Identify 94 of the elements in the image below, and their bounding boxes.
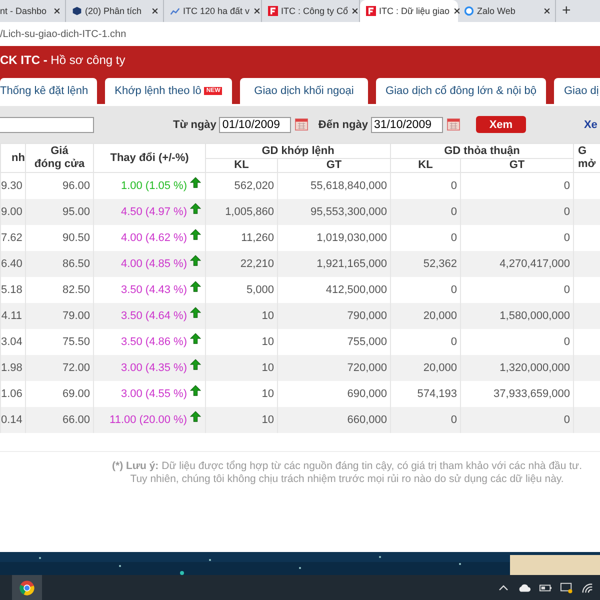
up-arrow-icon xyxy=(190,280,201,292)
table-cell: 95.00 xyxy=(26,199,94,225)
table-cell: 4.11 xyxy=(0,303,26,329)
up-arrow-icon xyxy=(190,384,201,396)
page-title: CK ITC - Hồ sơ công ty xyxy=(0,53,126,67)
column-header: G mở xyxy=(574,144,600,172)
page-tab[interactable]: Giao dị xyxy=(554,78,600,104)
up-arrow-icon xyxy=(190,228,201,240)
address-text[interactable]: /Lich-su-giao-dich-ITC-1.chn xyxy=(0,28,126,40)
table-cell: 10 xyxy=(206,355,278,381)
new-tab-button[interactable]: + xyxy=(562,0,571,22)
browser-tab[interactable]: ITC : Dữ liệu giao xyxy=(360,0,458,22)
from-date-label: Từ ngày xyxy=(173,118,216,130)
table-cell: 9.00 xyxy=(0,199,26,225)
table-cell: 1,005,860 xyxy=(206,199,278,225)
close-icon[interactable] xyxy=(151,7,159,15)
close-icon[interactable] xyxy=(351,7,360,15)
page-tab[interactable]: Giao dịch khối ngoại xyxy=(240,78,368,104)
up-arrow-icon xyxy=(190,306,201,318)
table-cell: 1.98 xyxy=(0,355,26,381)
page-tab[interactable]: Giao dịch cổ đông lớn & nội bộ xyxy=(376,78,546,104)
table-cell: 1,320,000,000 xyxy=(460,355,574,381)
column-header: Thay đổi (+/-%) xyxy=(94,144,206,172)
flag-icon xyxy=(366,6,376,16)
up-arrow-icon xyxy=(190,332,201,344)
change-value: 3.50 (4.86 %) xyxy=(120,336,187,348)
column-header: GT xyxy=(278,158,391,172)
calendar-icon[interactable] xyxy=(295,118,308,131)
chat-icon xyxy=(464,6,474,16)
table-cell: 52,362 xyxy=(390,251,461,277)
table-cell: 0 xyxy=(460,407,574,433)
change-value: 1.00 (1.05 %) xyxy=(120,180,187,192)
change-value: 4.00 (4.62 %) xyxy=(120,232,187,244)
table-cell: 0 xyxy=(460,199,574,225)
search-field[interactable] xyxy=(0,116,94,132)
view-link[interactable]: Xe xyxy=(584,118,598,130)
table-cell: 86.50 xyxy=(26,251,94,277)
cube-icon xyxy=(72,6,82,16)
wifi-icon[interactable] xyxy=(581,582,594,594)
up-arrow-icon xyxy=(190,176,201,188)
to-date-field[interactable]: 31/10/2009 xyxy=(370,116,443,132)
table-cell: 0 xyxy=(390,199,461,225)
page-tab[interactable]: Thống kê đặt lệnh xyxy=(0,78,97,104)
chart-icon xyxy=(170,6,180,16)
column-header: GD khớp lệnh xyxy=(206,144,391,158)
up-arrow-icon xyxy=(190,202,201,214)
close-icon[interactable] xyxy=(252,7,261,15)
table-cell: 22,210 xyxy=(206,251,278,277)
view-button[interactable]: Xem xyxy=(476,116,526,133)
flag-icon xyxy=(268,6,278,16)
up-arrow-icon xyxy=(190,410,201,422)
table-cell: 0.14 xyxy=(0,407,26,433)
table-cell: 95,553,300,000 xyxy=(278,199,391,225)
table-cell: 790,000 xyxy=(278,303,391,329)
table-cell: 1,580,000,000 xyxy=(460,303,574,329)
calendar-icon[interactable] xyxy=(446,118,460,131)
up-arrow-icon xyxy=(190,358,201,370)
table-cell: 660,000 xyxy=(278,407,391,433)
close-icon[interactable] xyxy=(53,7,61,15)
table-cell: 0 xyxy=(390,407,461,433)
column-header: GD thỏa thuận xyxy=(390,144,574,158)
change-value: 11.00 (20.00 %) xyxy=(110,414,187,426)
column-header: KL xyxy=(206,158,278,172)
table-cell: 72.00 xyxy=(26,355,94,381)
table-cell: 6.40 xyxy=(0,251,26,277)
change-value: 3.50 (4.43 %) xyxy=(120,284,187,296)
change-value: 4.00 (4.85 %) xyxy=(120,258,187,270)
from-date-field[interactable]: 01/10/2009 xyxy=(219,116,292,132)
change-value: 4.50 (4.97 %) xyxy=(120,206,187,218)
table-cell: 10 xyxy=(206,303,278,329)
browser-taskbar-button[interactable] xyxy=(12,575,42,600)
table-cell: 10 xyxy=(206,407,278,433)
change-value: 3.50 (4.64 %) xyxy=(120,310,187,322)
cloud-icon[interactable] xyxy=(518,582,531,594)
column-header: Giá đóng cửa xyxy=(26,144,94,172)
up-arrow-icon xyxy=(190,254,201,266)
column-header: GT xyxy=(460,158,574,172)
browser-icon xyxy=(19,580,35,596)
column-header: nh xyxy=(0,144,26,172)
table-cell: 1,921,165,000 xyxy=(278,251,391,277)
close-icon[interactable] xyxy=(543,7,551,15)
column-header: KL xyxy=(390,158,461,172)
table-cell: 20,000 xyxy=(390,355,461,381)
table-cell: 79.00 xyxy=(26,303,94,329)
to-date-label: Đến ngày xyxy=(318,118,368,130)
table-cell: 4,270,417,000 xyxy=(460,251,574,277)
close-icon[interactable] xyxy=(452,7,461,15)
disclaimer-note: (*) Lưu ý: Dữ liệu được tổng hợp từ các nguồn đáng tin cậy, có giá trị tham khảo với các nhà đầu tư. Tuy nhiên, chúng tôi không chịu trách nhiệm trước mọi rủi ro nào do sử dụng các dữ liệu này. xyxy=(112,460,582,486)
table-cell: 66.00 xyxy=(26,407,94,433)
table-cell: 720,000 xyxy=(278,355,391,381)
monitor-icon[interactable] xyxy=(560,582,573,594)
change-value: 3.00 (4.55 %) xyxy=(120,388,187,400)
change-value: 3.00 (4.35 %) xyxy=(120,362,187,374)
table-cell: 20,000 xyxy=(390,303,461,329)
